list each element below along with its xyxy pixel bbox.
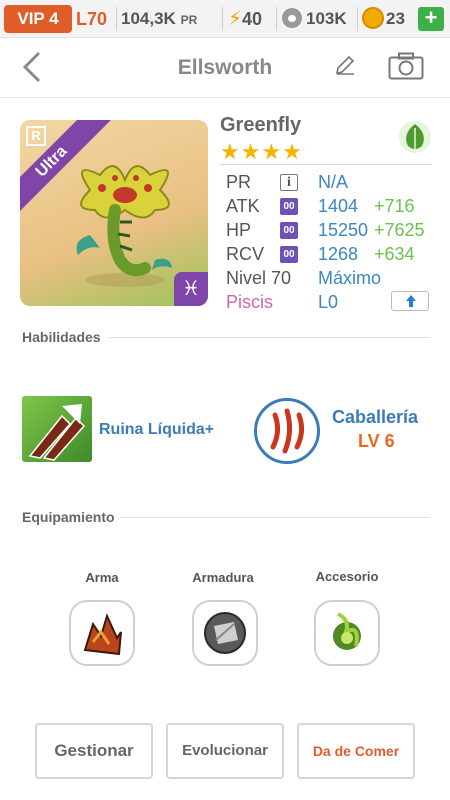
vip-badge[interactable]: VIP 4 [4,5,72,33]
leaf-icon [399,121,431,153]
power-value: 104,3K [121,9,176,28]
star-rating: ★★★★ [220,139,303,164]
stat-value: 15250 [318,220,369,240]
status-bar: VIP 4 L70 104,3K PR ⚡40 103K 23 + [0,0,450,38]
divider [357,7,358,31]
add-currency-button[interactable]: + [418,7,444,31]
power-rating: 104,3K PR [121,5,197,34]
armor-slot[interactable] [192,600,258,666]
coin-value: 23 [386,9,405,28]
stat-label: ATK [226,196,260,216]
pencil-icon[interactable] [334,54,356,76]
stat-label: HP [226,220,252,240]
divider [222,7,223,31]
evolve-button[interactable]: Evolucionar [166,723,284,779]
equip-label-accessory: Accesorio [315,569,379,584]
stat-label: PR [226,172,252,192]
manage-button[interactable]: Gestionar [35,723,153,779]
stat-atk: ATK 00 1404 +716 [226,196,436,218]
equip-label-armor: Armadura [192,570,254,585]
stat-bonus: +7625 [374,220,425,240]
stat-hp: HP 00 15250 +7625 [226,220,436,242]
accessory-slot[interactable] [314,600,380,666]
feed-button[interactable]: Da de Comer [297,723,415,779]
divider [116,7,117,31]
monster-illustration [76,165,172,287]
stat-badge-icon: 00 [280,246,298,263]
stat-label: RCV [226,244,265,264]
coin-icon [362,7,384,29]
claw-icon[interactable] [254,398,320,464]
monster-species: Greenfly [220,114,302,136]
weapon-slot[interactable] [69,600,135,666]
skill-icon-ruina[interactable] [22,396,92,462]
divider [108,337,430,338]
skill-level: LV 6 [358,431,395,451]
stat-badge-icon: 00 [280,222,298,239]
divider [276,7,277,31]
zodiac-badge: ♓ [174,272,208,306]
stat-bonus: +634 [374,244,415,264]
player-level: L70 [76,9,108,29]
header: Ellsworth [0,38,450,98]
page-title: Ellsworth [177,56,273,79]
section-title-skills: Habilidades [22,329,101,345]
stat-rcv: RCV 00 1268 +634 [226,244,436,266]
divider [220,164,432,165]
stat-badge-icon: 00 [280,198,298,215]
paw-icon [282,8,302,28]
stat-value: 1268 [318,244,359,264]
energy-counter[interactable]: ⚡40 [228,5,262,33]
energy-value: 40 [242,9,263,29]
stat-pr: PR i N/A [226,172,436,194]
monster-portrait[interactable]: Ultra R ♓ [20,120,208,306]
divider [120,517,430,518]
stat-bonus: +716 [374,196,415,216]
food-value: 103K [306,9,347,28]
stat-value: L0 [318,292,339,312]
coin-counter[interactable]: 23 [362,5,405,33]
food-counter[interactable]: 103K [282,5,347,33]
stat-value: Máximo [318,268,382,288]
skill-name[interactable]: Ruina Líquida+ [99,421,214,439]
section-title-equipment: Equipamiento [22,509,115,525]
bolt-icon: ⚡ [228,8,243,30]
info-icon[interactable]: i [280,174,298,191]
stat-label: Nivel 70 [226,268,292,288]
stat-value: 1404 [318,196,359,216]
camera-icon[interactable] [388,52,424,80]
stat-value: N/A [318,172,349,192]
stat-level: Nivel 70 Máximo [226,268,436,290]
power-unit: PR [180,13,198,27]
skill-name[interactable]: Caballería [332,407,418,428]
rarity-badge: R [26,126,46,146]
stat-label: Piscis [226,292,274,312]
upgrade-arrow-button[interactable] [391,291,429,311]
equip-label-weapon: Arma [85,570,119,585]
